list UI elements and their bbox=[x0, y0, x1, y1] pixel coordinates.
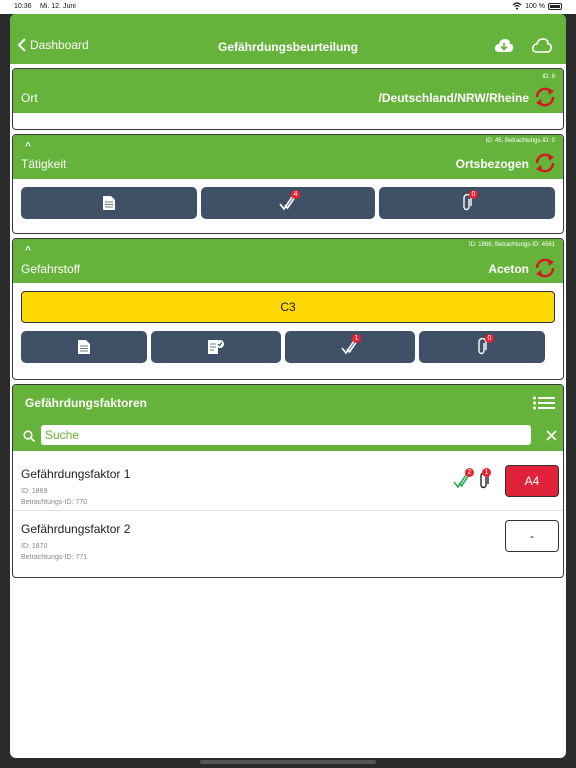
status-date: Mi. 12. Juni bbox=[40, 3, 76, 10]
factor-id: ID: 1869 bbox=[21, 488, 48, 495]
checks-button[interactable]: 4 bbox=[201, 187, 375, 219]
safety-sheet-button[interactable] bbox=[151, 331, 281, 363]
list-item[interactable]: Gefährdungsfaktor 2 ID: 1870 Betrachtung… bbox=[13, 512, 563, 566]
attachment-count-badge: 0 bbox=[469, 190, 478, 199]
search-icon bbox=[23, 430, 35, 442]
gefahrstoff-header: ^ ID: 1866, Betrachtungs-ID: 4561 Gefahr… bbox=[13, 239, 563, 283]
cloud-download-icon[interactable] bbox=[494, 38, 514, 54]
ort-label: Ort bbox=[21, 91, 38, 105]
gefahrstoff-value: Aceton bbox=[488, 262, 529, 276]
list-item[interactable]: Gefährdungsfaktor 1 ID: 1869 Betrachtung… bbox=[13, 457, 563, 511]
factor-title: Gefährdungsfaktor 1 bbox=[21, 467, 131, 481]
search-input[interactable] bbox=[41, 425, 531, 445]
sync-icon[interactable] bbox=[533, 151, 557, 175]
status-time: 10:36 bbox=[14, 3, 32, 10]
attachment-button[interactable]: 0 bbox=[419, 331, 545, 363]
sync-icon[interactable] bbox=[533, 256, 557, 280]
battery-percent: 100 % bbox=[525, 2, 545, 10]
taetigkeit-value: Ortsbezogen bbox=[455, 157, 529, 171]
document-icon bbox=[78, 340, 90, 354]
faktoren-header: Gefährdungsfaktoren bbox=[13, 385, 563, 421]
ort-card: ID: 8 Ort /Deutschland/NRW/Rheine bbox=[12, 68, 564, 130]
attachment-count-badge: 0 bbox=[485, 334, 494, 343]
gefahrstoff-card: ^ ID: 1866, Betrachtungs-ID: 4561 Gefahr… bbox=[12, 238, 564, 380]
taetigkeit-label: Tätigkeit bbox=[21, 157, 67, 171]
nav-bar: Dashboard Gefährdungsbeurteilung bbox=[10, 14, 566, 64]
checks-button[interactable]: 1 bbox=[285, 331, 415, 363]
search-bar bbox=[13, 421, 563, 451]
factor-betr-id: Betrachtungs-ID: 771 bbox=[21, 554, 88, 561]
faktoren-title: Gefährdungsfaktoren bbox=[25, 396, 148, 410]
attachment-button[interactable]: 0 bbox=[379, 187, 555, 219]
factor-rating[interactable]: - bbox=[505, 520, 559, 552]
factor-id: ID: 1870 bbox=[21, 543, 48, 550]
check-count-badge: 1 bbox=[352, 334, 361, 343]
factor-betr-id: Betrachtungs-ID: 770 bbox=[21, 499, 88, 506]
battery-icon bbox=[548, 2, 562, 10]
taetigkeit-actions: 4 0 bbox=[21, 187, 555, 219]
ort-value: /Deutschland/NRW/Rheine bbox=[378, 91, 529, 105]
cloud-icon[interactable] bbox=[532, 38, 552, 54]
gefahrstoff-id: ID: 1866, Betrachtungs-ID: 4561 bbox=[468, 242, 555, 248]
document-button[interactable] bbox=[21, 187, 197, 219]
check-count-badge: 4 bbox=[291, 190, 300, 199]
close-icon[interactable] bbox=[546, 430, 557, 441]
collapse-icon[interactable]: ^ bbox=[25, 141, 31, 152]
gefahrstoff-label: Gefahrstoff bbox=[21, 262, 81, 276]
home-indicator bbox=[200, 760, 376, 764]
taetigkeit-header: ^ ID: 45, Betrachtungs-ID: 0 Tätigkeit O… bbox=[13, 135, 563, 179]
page-title: Gefährdungsbeurteilung bbox=[217, 40, 358, 54]
document-button[interactable] bbox=[21, 331, 147, 363]
attachment-count-badge: 1 bbox=[482, 468, 491, 477]
gefahrstoff-actions: 1 0 bbox=[21, 331, 555, 363]
ort-header: ID: 8 Ort /Deutschland/NRW/Rheine bbox=[13, 69, 563, 113]
hazard-rating[interactable]: C3 bbox=[21, 291, 555, 323]
list-icon[interactable] bbox=[533, 396, 555, 410]
taetigkeit-card: ^ ID: 45, Betrachtungs-ID: 0 Tätigkeit O… bbox=[12, 134, 564, 234]
faktoren-card: Gefährdungsfaktoren Gefährdungsfaktor 1 … bbox=[12, 384, 564, 578]
taetigkeit-id: ID: 45, Betrachtungs-ID: 0 bbox=[485, 138, 555, 144]
app-frame: Dashboard Gefährdungsbeurteilung ID: 8 O… bbox=[10, 14, 566, 758]
check-count-badge: 2 bbox=[465, 468, 474, 477]
sync-icon[interactable] bbox=[533, 85, 557, 109]
collapse-icon[interactable]: ^ bbox=[25, 245, 31, 256]
factor-title: Gefährdungsfaktor 2 bbox=[21, 522, 131, 536]
document-icon bbox=[103, 196, 115, 210]
factor-rating[interactable]: A4 bbox=[505, 465, 559, 497]
wifi-icon bbox=[512, 2, 522, 10]
status-right: 100 % bbox=[512, 2, 562, 10]
document-check-icon bbox=[208, 340, 224, 354]
ort-id: ID: 8 bbox=[542, 74, 555, 80]
status-bar: 10:36 Mi. 12. Juni 100 % bbox=[0, 0, 576, 14]
